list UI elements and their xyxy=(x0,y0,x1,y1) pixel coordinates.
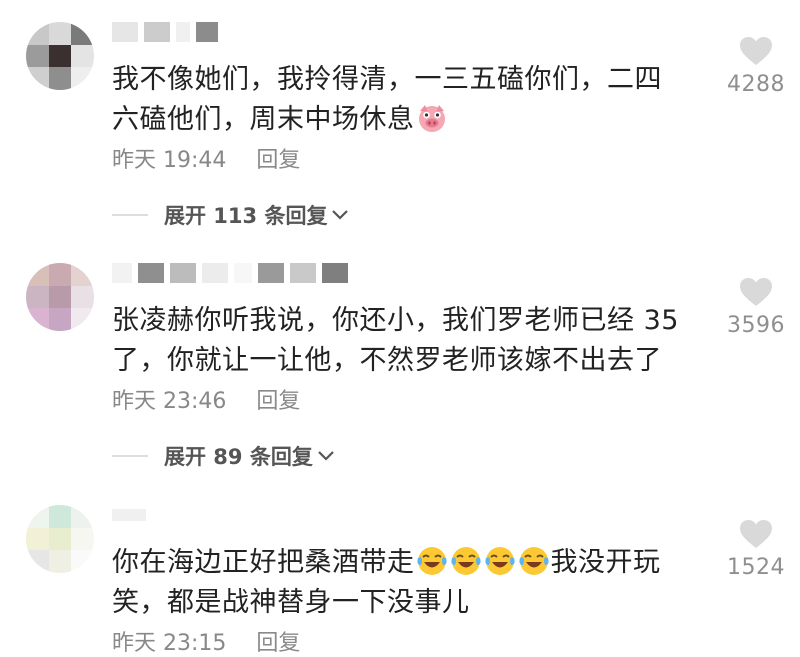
comment-text-line: 我没开玩 xyxy=(550,547,661,578)
comment-text: 你在海边正好把桑酒带走 我没开玩 笑，都是战神替身一下没事儿 xyxy=(112,543,712,623)
comment-meta: 昨天 23:46 回复 xyxy=(112,383,300,415)
crying-laughing-emoji xyxy=(450,547,481,575)
heart-icon xyxy=(740,278,772,306)
username[interactable] xyxy=(112,261,348,285)
like-button[interactable]: 4288 xyxy=(716,36,796,97)
reply-button[interactable]: 回复 xyxy=(256,383,300,415)
comment-text: 我不像她们，我拎得清，一三五磕你们，二四 六磕他们，周末中场休息 xyxy=(112,60,712,140)
comment-time: 昨天 23:15 xyxy=(112,631,227,656)
heart-icon xyxy=(740,37,772,65)
expand-replies-label: 展开 89 条回复 xyxy=(164,445,313,469)
divider xyxy=(112,214,148,216)
comment-text-line: 了，你就让一让他，不然罗老师该嫁不出去了 xyxy=(112,345,662,376)
expand-replies-label: 展开 113 条回复 xyxy=(164,204,328,228)
crying-laughing-emoji xyxy=(518,547,549,575)
heart-icon xyxy=(740,520,772,548)
pig-face-emoji xyxy=(418,105,445,132)
comment-time: 昨天 19:44 xyxy=(112,148,227,173)
reply-button[interactable]: 回复 xyxy=(256,142,300,174)
username[interactable] xyxy=(112,20,218,44)
comment-text: 张凌赫你听我说，你还小，我们罗老师已经 35 了，你就让一让他，不然罗老师该嫁不… xyxy=(112,301,712,381)
like-button[interactable]: 3596 xyxy=(716,277,796,338)
comment-meta: 昨天 23:15 回复 xyxy=(112,625,300,657)
comment-text-line: 六磕他们，周末中场休息 xyxy=(112,104,415,135)
comment-text-line: 你在海边正好把桑酒带走 xyxy=(112,547,415,578)
chevron-down-icon xyxy=(332,210,349,220)
username[interactable] xyxy=(112,503,146,527)
avatar[interactable] xyxy=(26,505,94,573)
like-count: 3596 xyxy=(727,313,785,338)
crying-laughing-emoji xyxy=(484,547,515,575)
comment-meta: 昨天 19:44 回复 xyxy=(112,142,300,174)
chevron-down-icon xyxy=(318,451,334,461)
reply-button[interactable]: 回复 xyxy=(256,625,300,657)
avatar[interactable] xyxy=(26,263,94,331)
comment-time: 昨天 23:46 xyxy=(112,389,227,414)
crying-laughing-emoji xyxy=(416,547,447,575)
comment-text-line: 张凌赫你听我说，你还小，我们罗老师已经 35 xyxy=(112,305,679,336)
expand-replies-button[interactable]: 展开 113 条回复 xyxy=(112,200,349,230)
comment-text-line: 笑，都是战神替身一下没事儿 xyxy=(112,587,470,618)
like-button[interactable]: 1524 xyxy=(716,519,796,580)
divider xyxy=(112,455,148,457)
comment-text-line: 我不像她们，我拎得清，一三五磕你们，二四 xyxy=(112,64,662,95)
like-count: 4288 xyxy=(727,72,785,97)
expand-replies-button[interactable]: 展开 89 条回复 xyxy=(112,441,335,471)
avatar[interactable] xyxy=(26,22,94,90)
like-count: 1524 xyxy=(727,555,785,580)
